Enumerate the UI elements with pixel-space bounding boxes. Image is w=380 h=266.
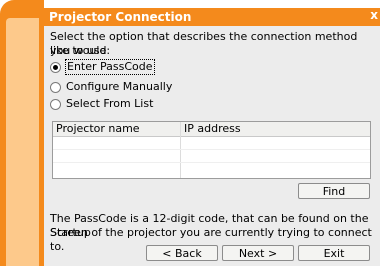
title-bar: Projector Connection x xyxy=(44,8,380,26)
radio-enter-passcode[interactable] xyxy=(50,61,61,73)
table-header: Projector name IP address xyxy=(53,122,370,137)
back-button[interactable]: < Back xyxy=(146,245,218,261)
table-row xyxy=(53,149,370,150)
decorative-side-bar-inner xyxy=(6,18,39,266)
next-button[interactable]: Next > xyxy=(222,245,294,261)
column-header-ip-address[interactable]: IP address xyxy=(184,122,241,136)
find-button[interactable]: Find xyxy=(298,183,370,199)
radio-select-from-list[interactable] xyxy=(50,98,61,110)
decorative-side-bar xyxy=(0,0,44,266)
column-header-projector-name[interactable]: Projector name xyxy=(56,122,140,136)
option-select-from-list[interactable]: Select From List xyxy=(50,97,153,111)
prompt-line-2: like to use: xyxy=(50,44,111,57)
exit-button[interactable]: Exit xyxy=(298,245,370,261)
option-label-select-from-list: Select From List xyxy=(66,97,154,110)
close-icon[interactable]: x xyxy=(370,8,378,22)
projector-list-table[interactable]: Projector name IP address xyxy=(52,121,371,179)
option-label-configure-manually: Configure Manually xyxy=(66,80,173,93)
window-title: Projector Connection xyxy=(49,10,192,24)
option-configure-manually[interactable]: Configure Manually xyxy=(50,80,172,94)
radio-configure-manually[interactable] xyxy=(50,81,61,93)
option-enter-passcode[interactable]: Enter PassCode xyxy=(50,59,155,75)
dialog-content: Select the option that describes the con… xyxy=(44,26,380,266)
option-label-enter-passcode: Enter PassCode xyxy=(65,59,155,75)
table-row xyxy=(53,162,370,163)
column-divider xyxy=(180,122,181,178)
projector-connection-dialog: Projector Connection x Select the option… xyxy=(0,0,380,266)
